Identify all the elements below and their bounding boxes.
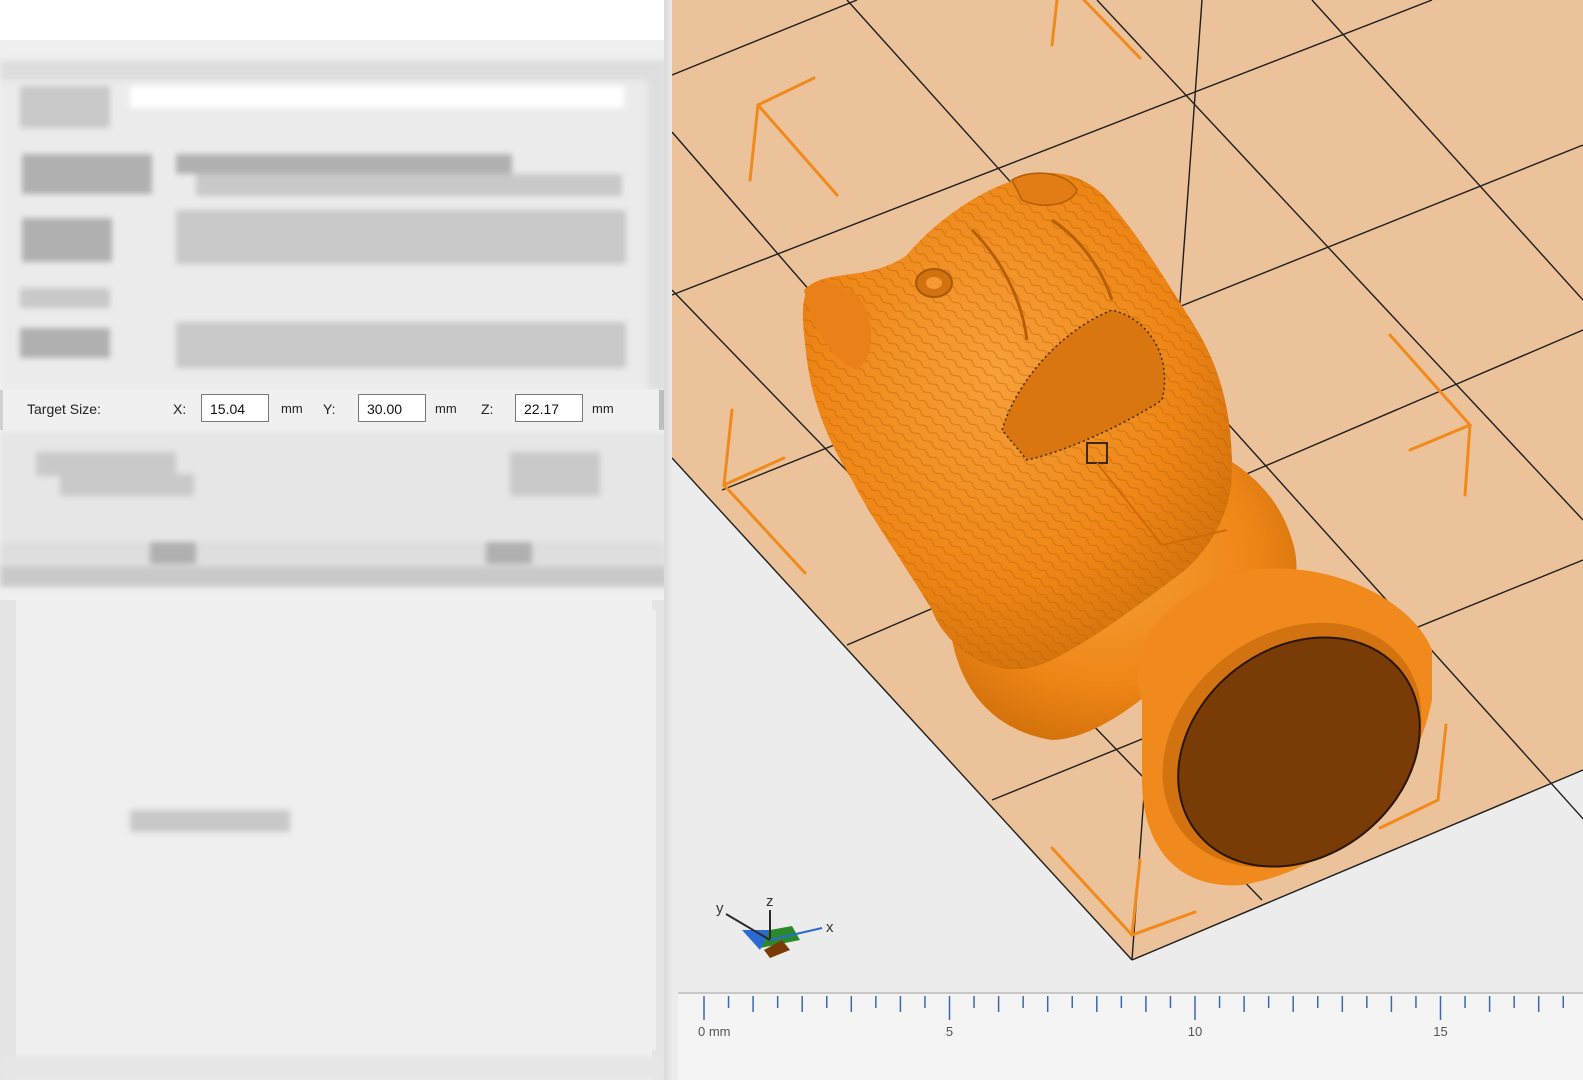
gizmo-y-label: y (716, 900, 724, 917)
measurement-ruler: 0 mm5101520253035 (678, 992, 1583, 1080)
obscured-settings-top (0, 60, 668, 390)
x-unit-label: mm (281, 401, 303, 416)
3d-viewport[interactable]: y z x 0 mm5101520253035 (672, 0, 1583, 1080)
z-unit-label: mm (592, 401, 614, 416)
properties-panel: Target Size: X: 15.04 mm Y: 30.00 mm Z: … (0, 0, 672, 1080)
ruler-label: 10 (1188, 1024, 1202, 1039)
ruler-label: 5 (946, 1024, 953, 1039)
panel-border-left (0, 600, 16, 1080)
y-unit-label: mm (435, 401, 457, 416)
target-size-y-input[interactable]: 30.00 (358, 394, 426, 422)
scene-canvas[interactable]: y z x 0 mm5101520253035 (672, 0, 1583, 1080)
target-size-label: Target Size: (27, 401, 101, 417)
gizmo-z-label: z (766, 893, 774, 910)
y-axis-label: Y: (323, 401, 336, 417)
obscured-button[interactable] (130, 810, 290, 832)
target-size-row: Target Size: X: 15.04 mm Y: 30.00 mm Z: … (0, 390, 667, 430)
ruler-label: 0 mm (698, 1024, 731, 1039)
obscured-settings-bottom (0, 432, 668, 587)
target-size-z-input[interactable]: 22.17 (515, 394, 583, 422)
obscured-footer (0, 1056, 664, 1080)
target-size-x-input[interactable]: 15.04 (201, 394, 269, 422)
panel-header-blank (0, 0, 664, 40)
gizmo-x-label: x (826, 919, 834, 936)
z-axis-label: Z: (481, 401, 494, 417)
empty-panel-area (16, 610, 656, 1050)
x-axis-label: X: (173, 401, 187, 417)
panel-splitter[interactable] (664, 0, 672, 1080)
ruler-label: 15 (1433, 1024, 1447, 1039)
